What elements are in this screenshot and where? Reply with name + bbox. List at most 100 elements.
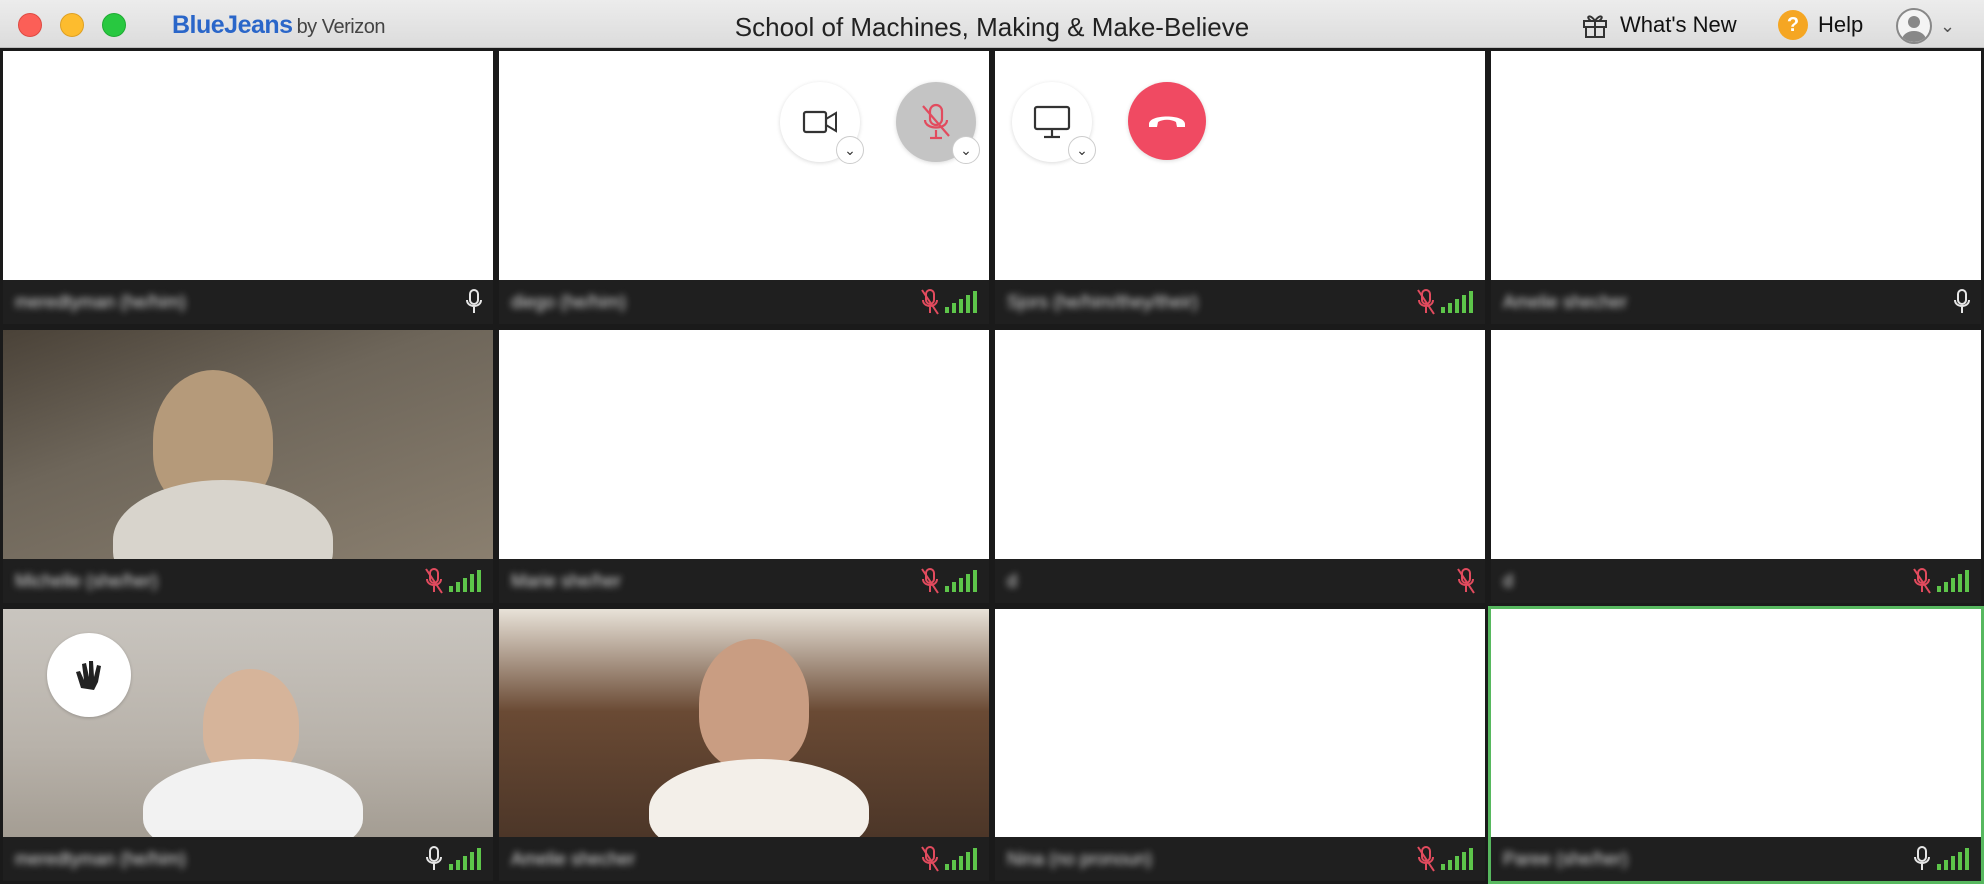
participant-status	[425, 567, 481, 595]
participant-namebar: Paree (she/her)	[1491, 837, 1981, 881]
participant-status	[921, 288, 977, 316]
participant-namebar: Sjors (he/him/they/their)	[995, 280, 1485, 324]
participant-status	[1457, 567, 1475, 595]
signal-strength-icon	[1441, 848, 1473, 870]
signal-strength-icon	[945, 570, 977, 592]
help-button[interactable]: ? Help	[1778, 10, 1863, 40]
participant-status	[1953, 288, 1970, 316]
participant-video	[499, 609, 989, 859]
hang-up-button[interactable]	[1128, 82, 1206, 160]
signal-strength-icon	[945, 848, 977, 870]
participant-tile[interactable]: d	[992, 327, 1488, 606]
participant-name: diego (he/him)	[511, 291, 627, 312]
participant-status	[1417, 288, 1473, 316]
participant-status	[465, 288, 482, 316]
participant-name: Amelie shecher	[511, 848, 636, 869]
whats-new-button[interactable]: What's New	[1580, 10, 1737, 40]
participant-namebar: Marie she/her	[499, 559, 989, 603]
title-bar: BlueJeans by Verizon School of Machines, …	[0, 0, 1984, 48]
user-avatar-icon	[1896, 8, 1932, 44]
mic-muted-icon	[1417, 288, 1435, 316]
participant-grid: meredtyman (he/him) diego (he/him) Sjors (…	[0, 48, 1984, 884]
mic-muted-icon	[1417, 845, 1435, 873]
participant-tile[interactable]: Paree (she/her)	[1488, 606, 1984, 884]
participant-name: Sjors (he/him/they/their)	[1007, 291, 1199, 312]
participant-status	[1913, 567, 1969, 595]
participant-namebar: d	[1491, 559, 1981, 603]
participant-name: Michelle (she/her)	[15, 570, 159, 591]
participant-name: d	[1503, 570, 1514, 591]
mic-muted-icon	[921, 845, 939, 873]
participant-figure	[699, 639, 809, 769]
user-menu[interactable]: ⌄	[1896, 8, 1955, 44]
participant-namebar: d	[995, 559, 1485, 603]
participant-namebar: Amelie shecher	[499, 837, 989, 881]
app-logo: BlueJeans by Verizon	[172, 11, 385, 40]
participant-status	[1417, 845, 1473, 873]
signal-strength-icon	[1441, 291, 1473, 313]
mic-icon	[1953, 288, 1970, 316]
participant-tile[interactable]: Michelle (she/her)	[0, 327, 496, 606]
participant-namebar: Nina (no pronoun)	[995, 837, 1485, 881]
mic-icon	[465, 288, 482, 316]
whats-new-label: What's New	[1620, 12, 1737, 37]
mic-icon	[1913, 845, 1930, 873]
mic-muted-icon	[921, 567, 939, 595]
participant-name: d	[1007, 570, 1018, 591]
participant-name: meredtyman (he/him)	[15, 291, 187, 312]
signal-strength-icon	[1937, 848, 1969, 870]
participant-namebar: meredtyman (he/him)	[3, 280, 493, 324]
window-close-button[interactable]	[18, 13, 42, 37]
phone-hangup-icon	[1149, 116, 1185, 127]
participant-video	[3, 330, 493, 600]
participant-status	[921, 567, 977, 595]
participant-tile[interactable]: d	[1488, 327, 1984, 606]
monitor-icon	[1033, 105, 1071, 139]
window-maximize-button[interactable]	[102, 13, 126, 37]
raised-hand-icon	[47, 633, 131, 717]
signal-strength-icon	[449, 570, 481, 592]
chevron-down-icon[interactable]: ⌄	[836, 136, 864, 164]
participant-tile[interactable]: meredtyman (he/him)	[0, 606, 496, 884]
participant-namebar: Michelle (she/her)	[3, 559, 493, 603]
chevron-down-icon[interactable]: ⌄	[952, 136, 980, 164]
mic-muted-icon	[921, 288, 939, 316]
camera-icon	[802, 110, 837, 134]
participant-namebar: Amelie shecher	[1491, 280, 1981, 324]
mic-muted-icon	[425, 567, 443, 595]
participant-status	[425, 845, 481, 873]
video-toggle-button[interactable]: ⌄	[780, 82, 864, 164]
mic-icon	[425, 845, 442, 873]
mic-muted-icon	[922, 103, 950, 140]
screen-share-button[interactable]: ⌄	[1012, 82, 1096, 164]
help-icon: ?	[1778, 10, 1808, 40]
participant-name: Marie she/her	[511, 570, 622, 591]
participant-namebar: diego (he/him)	[499, 280, 989, 324]
participant-name: Amelie shecher	[1503, 291, 1628, 312]
participant-status	[921, 845, 977, 873]
meeting-controls: ⌄ ⌄ ⌄	[780, 82, 1206, 164]
participant-tile[interactable]: Amelie shecher	[496, 606, 992, 884]
signal-strength-icon	[449, 848, 481, 870]
participant-name: meredtyman (he/him)	[15, 848, 187, 869]
participant-tile[interactable]: meredtyman (he/him)	[0, 48, 496, 327]
chevron-down-icon[interactable]: ⌄	[1068, 136, 1096, 164]
participant-tile[interactable]: Marie she/her	[496, 327, 992, 606]
brand-by: by Verizon	[296, 16, 386, 38]
participant-tile[interactable]: Amelie shecher	[1488, 48, 1984, 327]
participant-status	[1913, 845, 1969, 873]
mic-muted-icon	[1457, 567, 1475, 595]
mic-toggle-button[interactable]: ⌄	[896, 82, 980, 164]
window-minimize-button[interactable]	[60, 13, 84, 37]
gift-icon	[1583, 15, 1607, 38]
signal-strength-icon	[1937, 570, 1969, 592]
participant-namebar: meredtyman (he/him)	[3, 837, 493, 881]
chevron-down-icon: ⌄	[1940, 15, 1956, 36]
help-label: Help	[1818, 12, 1864, 37]
brand-name: BlueJeans	[172, 11, 293, 39]
mic-muted-icon	[1913, 567, 1931, 595]
participant-name: Nina (no pronoun)	[1007, 848, 1153, 869]
signal-strength-icon	[945, 291, 977, 313]
participant-name: Paree (she/her)	[1503, 848, 1629, 869]
participant-tile[interactable]: Nina (no pronoun)	[992, 606, 1488, 884]
